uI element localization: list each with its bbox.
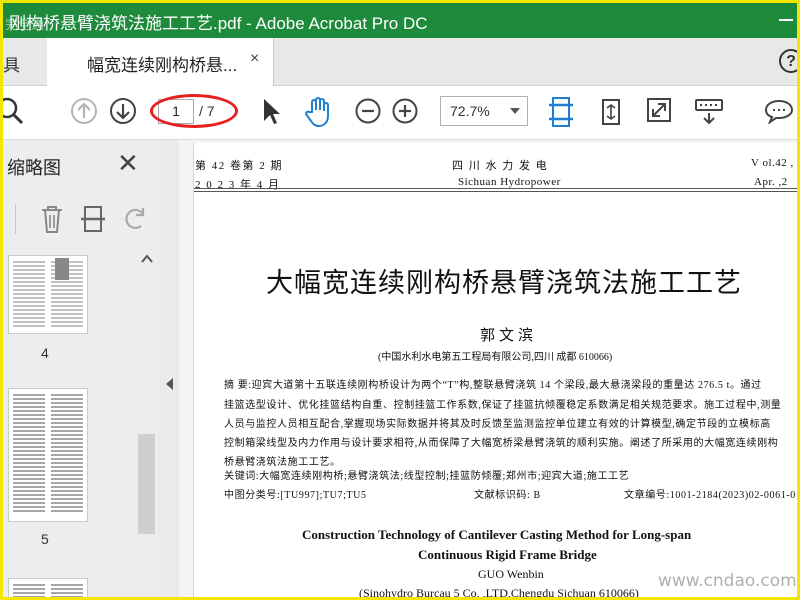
header-journal-en: Sichuan Hydropower: [458, 176, 561, 188]
header-journal: 四 川 水 力 发 电: [452, 160, 549, 172]
thumbnail-list: 4 5: [3, 248, 159, 597]
pdf-page: 第 42 卷第 2 期 2 0 2 3 年 4 月 四 川 水 力 发 电 Si…: [193, 143, 797, 600]
help-button[interactable]: ?: [779, 49, 797, 73]
site-watermark: www.cndao.com: [658, 571, 797, 591]
tab-bar: 具 幅宽连续刚构桥悬... × ?: [3, 38, 797, 86]
page-extract-icon[interactable]: [80, 204, 106, 234]
toolbar: 1 / 7 72.7%: [3, 86, 797, 140]
minimize-button[interactable]: [778, 9, 794, 25]
thumbnail-page-5[interactable]: [8, 388, 88, 522]
abstract-line: 摘 要:迎宾大道第十五联连续刚构桥设计为两个“T”构,整联悬臂浇筑 14 个梁段…: [224, 380, 762, 391]
titlebar-watermark: 完全通: [5, 17, 45, 32]
abstract-line: 控制箱梁线型及内力作用与设计要求相符,从而保障了大幅宽桥梁悬臂浇筑的顺利实施。阐…: [224, 438, 779, 449]
thumbnails-panel: 缩略图 ✕ 4 5: [3, 140, 160, 597]
zoom-value: 72.7%: [450, 103, 490, 119]
abstract-line: 人员与监控人员相互配合,掌握现场实际数据并将其及时反馈至监测监控单位建立有效的计…: [224, 419, 771, 430]
delete-icon[interactable]: [39, 204, 65, 234]
document-viewport: 第 42 卷第 2 期 2 0 2 3 年 4 月 四 川 水 力 发 电 Si…: [179, 140, 797, 600]
zoom-select[interactable]: 72.7%: [440, 96, 528, 126]
previous-page-icon[interactable]: [70, 96, 98, 126]
chevron-down-icon: [510, 108, 520, 114]
header-date-en: Apr. ,2: [754, 176, 788, 188]
rotate-page-icon[interactable]: [121, 204, 149, 234]
panel-collapse-handle[interactable]: [159, 140, 179, 597]
header-volume: 第 42 卷第 2 期: [195, 160, 283, 172]
thumbnail-page-6[interactable]: [8, 578, 88, 597]
english-affiliation: (Sinohydro Burcau 5 Co. ,LTD,Chengdu Sic…: [359, 586, 639, 600]
paper-title: 大幅宽连续刚构桥悬臂浇筑法施工工艺: [266, 268, 742, 298]
header-date: 2 0 2 3 年 4 月: [195, 179, 281, 191]
tab-document-label: 幅宽连续刚构桥悬...: [87, 56, 238, 75]
zoom-in-icon[interactable]: [392, 96, 420, 126]
keywords: 关键词:大幅宽连续刚构桥;悬臂浇筑法;线型控制;挂篮防倾覆;郑州市;迎宾大道;施…: [224, 471, 630, 482]
collapse-arrow-icon: [166, 378, 173, 390]
zoom-out-icon[interactable]: [355, 96, 383, 126]
english-title-line: Continuous Rigid Frame Bridge: [418, 547, 597, 562]
english-title-line: Construction Technology of Cantilever Ca…: [302, 527, 692, 542]
english-author: GUO Wenbin: [478, 567, 544, 581]
panel-close-button[interactable]: ✕: [117, 150, 139, 176]
tab-home-label: 具: [3, 56, 20, 75]
header-rule: [194, 188, 797, 189]
tool-divider: [15, 204, 16, 234]
hand-tool-icon[interactable]: [304, 96, 334, 128]
paper-affiliation: (中国水利水电第五工程局有限公司,四川 成都 610066): [378, 352, 613, 363]
rotate-view-icon[interactable]: [597, 96, 625, 128]
thumbnail-page-4[interactable]: [8, 255, 88, 334]
panel-scrollbar-thumb[interactable]: [138, 434, 155, 534]
thumbnail-label-4: 4: [41, 345, 49, 361]
scroll-up-icon[interactable]: [141, 254, 153, 264]
document-code: 文献标识码: B: [474, 490, 541, 501]
classification-code: 中图分类号:[TU997];TU7;TU5: [224, 490, 367, 501]
window-title: 刚构桥悬臂浇筑法施工工艺.pdf - Adobe Acrobat Pro DC: [9, 14, 428, 33]
tab-close-button[interactable]: ×: [250, 50, 259, 68]
abstract-line: 挂篮选型设计、优化挂篮结构自重、控制挂篮工作系数,保证了挂篮抗倾覆稳定系数满足相…: [224, 400, 782, 411]
title-bar: 刚构桥悬臂浇筑法施工工艺.pdf - Adobe Acrobat Pro DC …: [3, 3, 797, 38]
select-cursor-icon[interactable]: [261, 96, 281, 126]
abstract-line: 桥悬臂浇筑法施工工艺。: [224, 457, 341, 468]
app-window: 刚构桥悬臂浇筑法施工工艺.pdf - Adobe Acrobat Pro DC …: [0, 0, 800, 600]
comment-icon[interactable]: [763, 96, 795, 128]
search-icon[interactable]: [3, 96, 29, 126]
header-rule-2: [194, 191, 797, 192]
scrolling-mode-icon[interactable]: [693, 96, 725, 128]
panel-scrollbar[interactable]: [138, 248, 155, 597]
full-screen-icon[interactable]: [645, 96, 673, 126]
paper-author: 郭文滨: [480, 328, 538, 344]
fit-page-icon[interactable]: [547, 93, 575, 131]
article-number: 文章编号:1001-2184(2023)02-0061-0: [624, 490, 796, 501]
tab-document[interactable]: 幅宽连续刚构桥悬... ×: [47, 38, 274, 86]
header-vol-en: V ol.42 ,: [751, 157, 794, 169]
highlight-annotation-oval: [150, 94, 238, 128]
panel-tools: [3, 200, 159, 240]
next-page-icon[interactable]: [109, 96, 137, 126]
thumbnail-label-5: 5: [41, 531, 49, 547]
tab-home[interactable]: 具: [3, 38, 48, 85]
panel-title: 缩略图: [7, 158, 61, 178]
